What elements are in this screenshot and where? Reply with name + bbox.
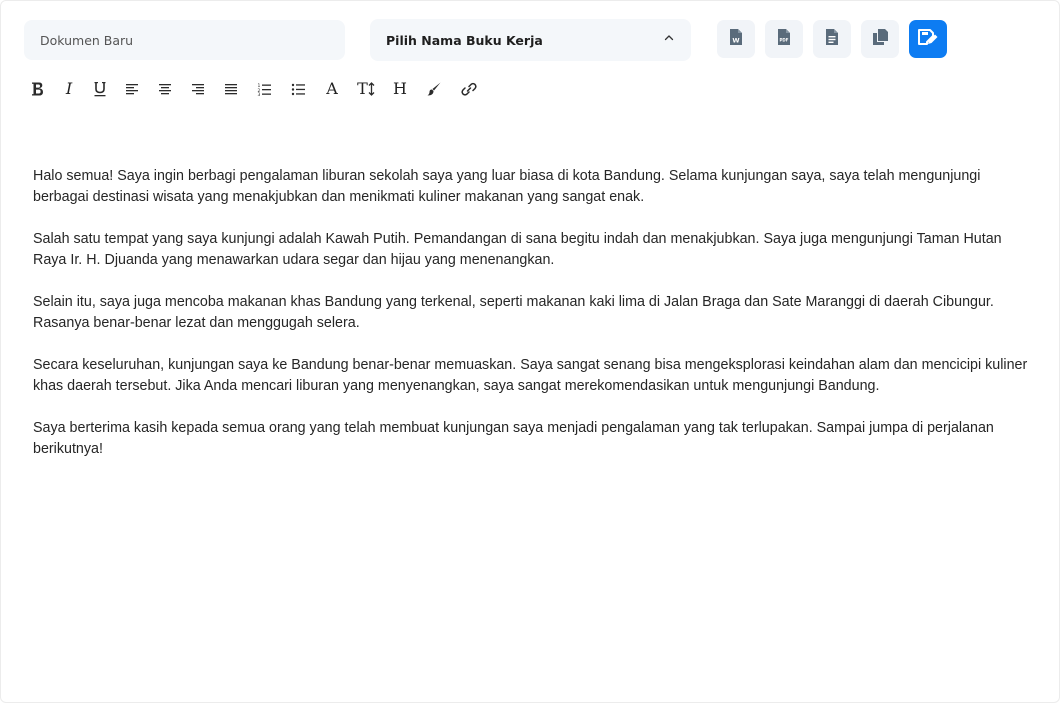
- save-edit-icon: [918, 28, 938, 51]
- font-size-icon: T: [357, 81, 375, 97]
- copy-button[interactable]: [861, 20, 899, 58]
- font-size-button[interactable]: T: [349, 75, 383, 103]
- link-button[interactable]: [451, 75, 487, 103]
- bullet-list-icon: [291, 82, 306, 96]
- formatting-toolbar: I 123 A T H: [23, 75, 487, 103]
- paint-brush-icon: [426, 81, 442, 97]
- bullet-list-button[interactable]: [281, 75, 315, 103]
- file-word-icon-text: W: [732, 36, 739, 44]
- export-pdf-button[interactable]: PDF: [765, 20, 803, 58]
- bold-icon: [31, 81, 45, 97]
- file-word-icon: W: [729, 28, 743, 51]
- file-pdf-icon-text: PDF: [780, 37, 789, 42]
- editor-content[interactable]: Halo semua! Saya ingin berbagi pengalama…: [33, 166, 1033, 481]
- font-icon: A: [326, 79, 338, 98]
- ordered-list-icon: 123: [257, 82, 272, 96]
- align-right-icon: [191, 82, 205, 96]
- paragraph: Salah satu tempat yang saya kunjungi ada…: [33, 231, 1002, 268]
- font-size-glyph: T: [357, 79, 368, 98]
- paragraph: Halo semua! Saya ingin berbagi pengalama…: [33, 168, 981, 205]
- ordered-list-button[interactable]: 123: [247, 75, 281, 103]
- document-name-input[interactable]: [24, 20, 345, 60]
- paragraph: Saya berterima kasih kepada semua orang …: [33, 420, 994, 457]
- copy-icon: [872, 28, 889, 51]
- align-center-icon: [158, 82, 172, 96]
- heading-icon: H: [393, 79, 407, 98]
- font-button[interactable]: A: [315, 75, 349, 103]
- file-pdf-icon: PDF: [777, 28, 791, 51]
- italic-button[interactable]: I: [53, 75, 85, 103]
- heading-button[interactable]: H: [383, 75, 417, 103]
- export-text-button[interactable]: [813, 20, 851, 58]
- underline-icon: [93, 81, 107, 97]
- export-word-button[interactable]: W: [717, 20, 755, 58]
- link-icon: [460, 82, 478, 96]
- align-justify-icon: [224, 82, 238, 96]
- align-left-button[interactable]: [115, 75, 148, 103]
- save-button[interactable]: [909, 20, 947, 58]
- svg-text:3: 3: [257, 92, 260, 96]
- file-text-icon: [825, 28, 839, 51]
- align-right-button[interactable]: [181, 75, 214, 103]
- paragraph: Secara keseluruhan, kunjungan saya ke Ba…: [33, 357, 1028, 394]
- text-color-button[interactable]: [417, 75, 451, 103]
- align-left-icon: [125, 82, 139, 96]
- chevron-up-icon: [663, 31, 675, 49]
- align-center-button[interactable]: [148, 75, 181, 103]
- underline-button[interactable]: [85, 75, 115, 103]
- editor-panel: Pilih Nama Buku Kerja W PDF: [0, 0, 1060, 703]
- workbook-select[interactable]: Pilih Nama Buku Kerja: [370, 19, 691, 61]
- paragraph: Selain itu, saya juga mencoba makanan kh…: [33, 294, 994, 331]
- bold-button[interactable]: [23, 75, 53, 103]
- workbook-select-label: Pilih Nama Buku Kerja: [386, 32, 543, 48]
- italic-icon: I: [65, 79, 73, 98]
- align-justify-button[interactable]: [214, 75, 247, 103]
